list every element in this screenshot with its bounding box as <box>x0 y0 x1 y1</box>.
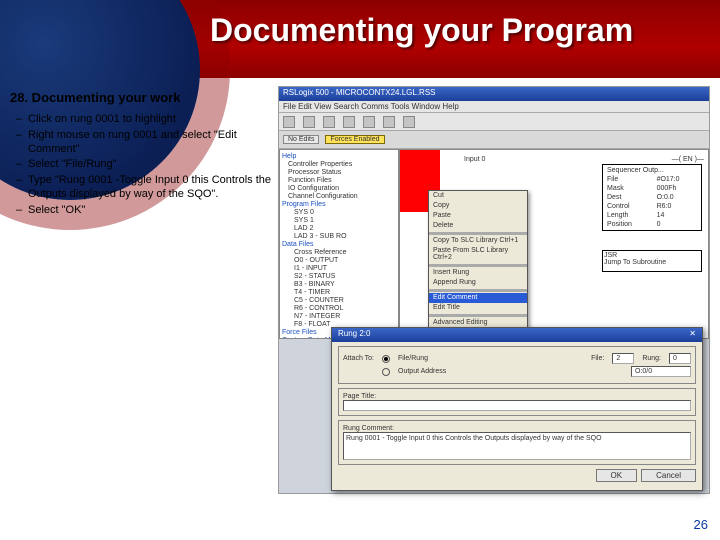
tree-item[interactable]: Data Files <box>282 241 396 248</box>
page-number: 26 <box>694 517 708 532</box>
forces-enabled-badge: Forces Enabled <box>325 135 384 144</box>
ladder-view[interactable]: Input 0 —( EN )— Sequencer Outp... File#… <box>399 149 709 339</box>
list-item: Click on rung 0001 to highlight <box>16 113 272 127</box>
toolbar-icon[interactable] <box>383 116 395 128</box>
menu-item[interactable]: Delete <box>429 221 527 231</box>
radio-output-label: Output Address <box>398 368 446 375</box>
slide-title: Documenting your Program <box>210 12 633 49</box>
attach-label: Attach To: <box>343 355 374 362</box>
ok-button[interactable]: OK <box>596 469 638 482</box>
radio-output-address[interactable] <box>382 368 390 376</box>
rung-comment-group: Rung Comment: Rung 0001 - Toggle Input 0… <box>338 420 696 465</box>
menu-item[interactable]: Edit Title <box>429 303 527 313</box>
rung-comment-input[interactable]: Rung 0001 - Toggle Input 0 this Controls… <box>343 432 691 460</box>
rung-input[interactable]: 0 <box>669 353 691 364</box>
title-bar: RSLogix 500 - MICROCONTX24.LGL.RSS <box>279 87 709 101</box>
instruction-notes: 28. Documenting your work Click on rung … <box>10 90 272 219</box>
menu-item[interactable]: Copy <box>429 201 527 211</box>
jsr-block: JSR Jump To Subroutine <box>602 250 702 272</box>
list-item: Right mouse on rung 0001 and select "Edi… <box>16 129 272 157</box>
radio-file-rung-label: File/Rung <box>398 355 428 362</box>
tree-item[interactable]: SYS 0 <box>282 209 396 216</box>
toolbar-icon[interactable] <box>343 116 355 128</box>
close-icon[interactable]: ✕ <box>689 329 696 341</box>
menu-item[interactable]: Paste <box>429 211 527 221</box>
tree-item[interactable]: T4 - TIMER <box>282 289 396 296</box>
tree-item[interactable]: B3 - BINARY <box>282 281 396 288</box>
tree-item[interactable]: S2 - STATUS <box>282 273 396 280</box>
list-item: Select "File/Rung" <box>16 158 272 172</box>
attach-group: Attach To: File/Rung File: 2 Rung: 0 Att… <box>338 346 696 384</box>
toolbar-icon[interactable] <box>403 116 415 128</box>
tree-item[interactable]: LAD 2 <box>282 225 396 232</box>
input-label: Input 0 <box>464 156 485 163</box>
tree-item[interactable]: SYS 1 <box>282 217 396 224</box>
radio-file-rung[interactable] <box>382 355 390 363</box>
tree-item[interactable]: Help <box>282 153 396 160</box>
list-item: Select "OK" <box>16 204 272 218</box>
tree-item[interactable]: O0 - OUTPUT <box>282 257 396 264</box>
tree-item[interactable]: Channel Configuration <box>282 193 396 200</box>
toolbar-icon[interactable] <box>363 116 375 128</box>
project-tree[interactable]: Help Controller Properties Processor Sta… <box>279 149 399 339</box>
tree-item[interactable]: Program Files <box>282 201 396 208</box>
menu-item[interactable]: Append Rung <box>429 278 527 288</box>
toolbar-icon[interactable] <box>283 116 295 128</box>
address-input[interactable]: O:0/0 <box>631 366 691 377</box>
file-label: File: <box>591 355 604 362</box>
toolbar-icon[interactable] <box>323 116 335 128</box>
page-title-group: Page Title: <box>338 388 696 416</box>
tree-item[interactable]: R6 - CONTROL <box>282 305 396 312</box>
menu-item-edit-comment[interactable]: Edit Comment <box>429 293 527 303</box>
tree-item[interactable]: Processor Status <box>282 169 396 176</box>
no-edits-badge: No Edits <box>283 135 319 144</box>
tree-item[interactable]: Function Files <box>282 177 396 184</box>
menu-item[interactable]: Insert Rung <box>429 268 527 278</box>
tree-item[interactable]: Controller Properties <box>282 161 396 168</box>
toolbar[interactable] <box>279 113 709 131</box>
file-input[interactable]: 2 <box>612 353 634 364</box>
screenshot-window: RSLogix 500 - MICROCONTX24.LGL.RSS File … <box>278 86 710 494</box>
output-symbol: —( EN )— <box>672 156 704 163</box>
page-title-label: Page Title: <box>343 393 691 400</box>
dialog-title-bar: Rung 2:0 ✕ <box>332 328 702 342</box>
cancel-button[interactable]: Cancel <box>641 469 696 482</box>
rung-label: Rung: <box>642 355 661 362</box>
menu-item[interactable]: Paste From SLC Library Ctrl+2 <box>429 246 527 263</box>
menu-item[interactable]: Copy To SLC Library Ctrl+1 <box>429 236 527 246</box>
context-menu[interactable]: Cut Copy Paste Delete Copy To SLC Librar… <box>428 190 528 329</box>
menu-bar[interactable]: File Edit View Search Comms Tools Window… <box>279 101 709 113</box>
tree-item[interactable]: IO Configuration <box>282 185 396 192</box>
toolbar-icon[interactable] <box>303 116 315 128</box>
tree-item[interactable]: Cross Reference <box>282 249 396 256</box>
slide-banner: Documenting your Program <box>0 0 720 78</box>
tree-item[interactable]: N7 - INTEGER <box>282 313 396 320</box>
rung-comment-label: Rung Comment: <box>343 425 691 432</box>
menu-item[interactable]: Cut <box>429 191 527 201</box>
tree-item[interactable]: I1 - INPUT <box>282 265 396 272</box>
notes-heading: 28. Documenting your work <box>10 90 272 105</box>
dialog-title: Rung 2:0 <box>338 329 370 341</box>
page-title-input[interactable] <box>343 400 691 411</box>
status-strip: No Edits Forces Enabled <box>279 131 709 149</box>
sqo-block: Sequencer Outp... File#O17:0 Mask000Fh D… <box>602 164 702 231</box>
tree-item[interactable]: LAD 3 - SUB RO <box>282 233 396 240</box>
tree-item[interactable]: C5 - COUNTER <box>282 297 396 304</box>
rung-comment-dialog: Rung 2:0 ✕ Attach To: File/Rung File: 2 … <box>331 327 703 491</box>
list-item: Type "Rung 0001 -Toggle Input 0 this Con… <box>16 174 272 202</box>
